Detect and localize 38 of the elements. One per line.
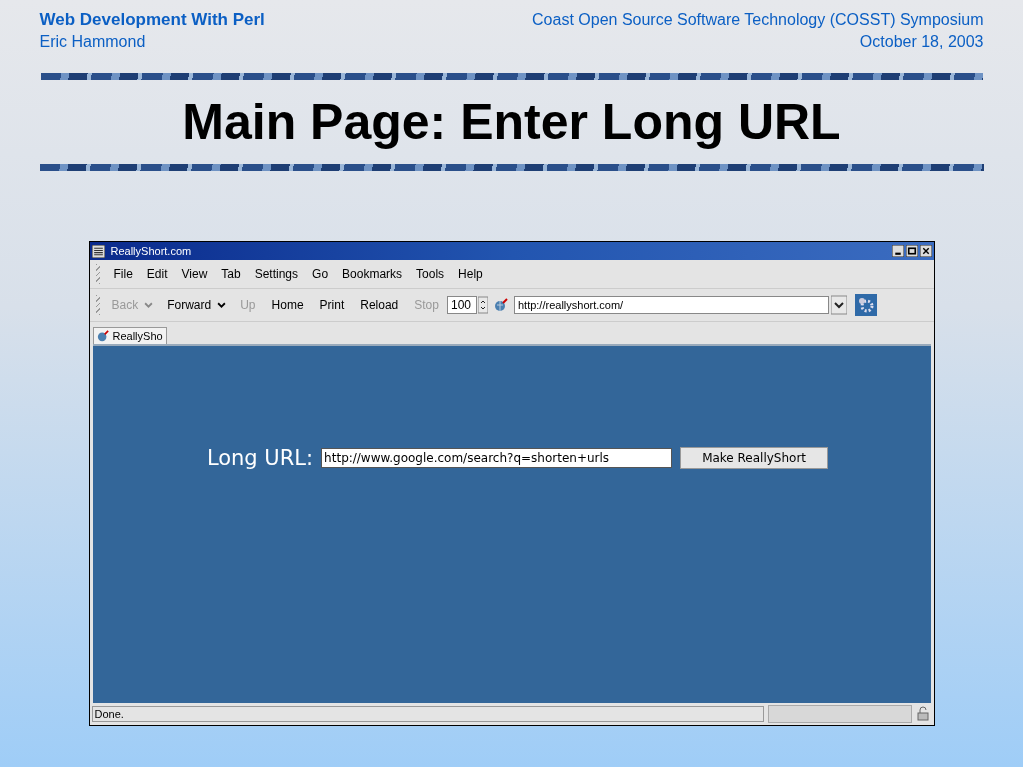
menu-item[interactable]: View <box>181 267 208 281</box>
close-icon[interactable] <box>919 245 932 257</box>
field-label: Long URL: <box>206 446 314 470</box>
caret-icon[interactable] <box>217 301 227 309</box>
window-menu-icon[interactable] <box>91 244 105 258</box>
status-text: Done. <box>91 706 764 722</box>
menu-item[interactable]: Settings <box>254 267 299 281</box>
event-name: Coast Open Source Software Technology (COSST) Symposium <box>532 10 984 30</box>
globe-icon <box>96 330 109 342</box>
dropdown-icon[interactable] <box>830 295 847 315</box>
toolbar-button[interactable]: Home <box>271 298 304 312</box>
toolbar-button[interactable]: Print <box>319 298 345 312</box>
spinner-icon[interactable] <box>477 296 488 314</box>
security-icon <box>915 706 932 722</box>
menu-item[interactable]: Go <box>312 267 329 281</box>
window-title: ReallyShort.com <box>110 245 193 257</box>
toolbar-button[interactable]: Forward <box>167 298 212 312</box>
url-input-field[interactable]: http://www.google.com/search?q=shorten+urls <box>321 448 673 468</box>
browser-tab[interactable]: ReallySho <box>92 327 167 344</box>
toolbar-button[interactable]: Reload <box>360 298 399 312</box>
menu-item[interactable]: Tab <box>221 267 241 281</box>
address-field[interactable]: http://reallyshort.com/ <box>513 296 829 314</box>
minimize-icon[interactable] <box>891 245 904 257</box>
presentation-title: Web Development With Perl <box>39 9 265 31</box>
author-name: Eric Hammond <box>39 32 147 52</box>
slide-title: Main Page: Enter Long URL <box>182 93 841 152</box>
maximize-icon[interactable] <box>905 245 918 257</box>
menu-item[interactable]: Bookmarks <box>342 267 403 281</box>
event-date: October 18, 2003 <box>858 32 984 52</box>
menu-item[interactable]: Help <box>458 267 483 281</box>
zoom-field[interactable]: 100 <box>446 296 477 314</box>
tab-label[interactable]: ReallySho <box>112 330 163 342</box>
gear-icon[interactable] <box>854 294 877 316</box>
menu-item[interactable]: File <box>113 267 133 281</box>
menu-item[interactable]: Edit <box>146 267 168 281</box>
globe-icon <box>493 298 508 312</box>
menu-item[interactable]: Tools <box>416 267 445 281</box>
make-reallyshort-button[interactable]: Make ReallyShort <box>680 447 829 469</box>
